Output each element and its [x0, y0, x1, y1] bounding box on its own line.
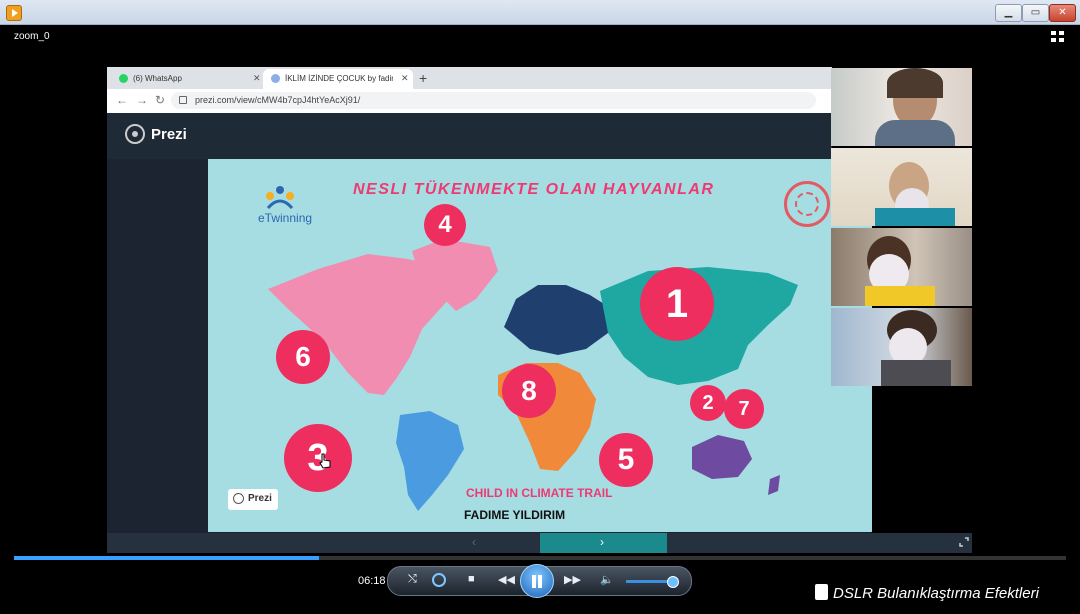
- volume-knob[interactable]: [666, 576, 679, 588]
- prezi-navigation-bar: ‹ ›: [107, 533, 972, 553]
- tab-whatsapp[interactable]: (6) WhatsApp ✕: [111, 69, 263, 89]
- minimize-button[interactable]: ▁: [995, 4, 1022, 22]
- shuffle-icon[interactable]: ⤭: [408, 573, 417, 586]
- hand-icon: [815, 584, 828, 600]
- map-australia: [692, 435, 752, 479]
- fullscreen-icon[interactable]: [959, 537, 969, 547]
- next-slide-button[interactable]: ›: [540, 533, 667, 553]
- participant-video-4[interactable]: [831, 308, 972, 386]
- reload-icon[interactable]: ↻: [155, 93, 165, 107]
- participant-shirt: [875, 208, 955, 226]
- map-marker-7[interactable]: 7: [724, 389, 764, 429]
- pause-button[interactable]: [520, 564, 554, 598]
- prezi-header: Prezi: [107, 113, 832, 159]
- participant-shirt: [875, 120, 955, 146]
- map-marker-2[interactable]: 2: [690, 385, 726, 421]
- tab-close-icon[interactable]: ✕: [401, 73, 409, 84]
- player-controls: ⤭ ■ ◀◀ ▶▶ 🔈: [387, 564, 692, 598]
- map-marker-4[interactable]: 4: [424, 204, 466, 246]
- volume-icon[interactable]: 🔈: [600, 573, 614, 586]
- tab-title: (6) WhatsApp: [133, 74, 182, 83]
- participant-video-1[interactable]: [831, 68, 972, 146]
- map-south-america: [396, 411, 464, 511]
- shared-browser-window: (6) WhatsApp ✕ İKLİM İZİNDE ÇOCUK by fad…: [107, 67, 832, 159]
- prezi-watermark-icon: [233, 493, 244, 504]
- participant-video-2[interactable]: [831, 148, 972, 226]
- back-arrow-icon[interactable]: ←: [116, 93, 128, 107]
- stop-icon[interactable]: ■: [468, 573, 475, 585]
- prezi-logo-icon: [125, 124, 145, 144]
- participant-hair: [887, 68, 943, 98]
- fast-forward-icon[interactable]: ▶▶: [564, 573, 581, 586]
- participant-shirt: [881, 360, 951, 386]
- url-text: prezi.com/view/cMW4b7cpJ4htYeAcXj91/: [195, 95, 361, 105]
- map-marker-1[interactable]: 1: [640, 267, 714, 341]
- prezi-watermark-text: Prezi: [248, 493, 272, 504]
- map-europe: [504, 285, 612, 355]
- participant-shirt: [865, 286, 935, 306]
- map-marker-6[interactable]: 6: [276, 330, 330, 384]
- lock-icon: [179, 96, 187, 104]
- map-marker-8[interactable]: 8: [502, 364, 556, 418]
- prezi-watermark[interactable]: Prezi: [228, 489, 278, 510]
- maximize-button[interactable]: ▭: [1022, 4, 1049, 22]
- rewind-icon[interactable]: ◀◀: [498, 573, 515, 586]
- address-bar[interactable]: prezi.com/view/cMW4b7cpJ4htYeAcXj91/: [171, 92, 816, 109]
- volume-slider[interactable]: [626, 576, 679, 588]
- browser-tab-strip: (6) WhatsApp ✕ İKLİM İZİNDE ÇOCUK by fad…: [107, 67, 832, 89]
- tab-close-icon[interactable]: ✕: [253, 73, 261, 84]
- effects-caption: DSLR Bulanıklaştırma Efektleri: [809, 578, 1077, 608]
- new-tab-icon[interactable]: +: [419, 70, 427, 86]
- participant-video-3[interactable]: [831, 228, 972, 306]
- presentation-slide: NESLI TÜKENMEKTE OLAN HAYVANLAR eTwinnin…: [208, 159, 872, 532]
- playback-time: 06:18: [358, 575, 386, 587]
- close-button[interactable]: ✕: [1049, 4, 1076, 22]
- seek-progress: [14, 556, 320, 560]
- previous-slide-icon[interactable]: ‹: [472, 535, 476, 549]
- next-slide-icon: ›: [600, 535, 604, 549]
- effects-caption-text: DSLR Bulanıklaştırma Efektleri: [833, 585, 1039, 602]
- repeat-icon[interactable]: [432, 573, 446, 587]
- forward-arrow-icon[interactable]: →: [136, 93, 148, 107]
- prezi-favicon-icon: [271, 74, 280, 83]
- slide-author: FADIME YILDIRIM: [464, 508, 566, 522]
- prezi-logo[interactable]: Prezi: [151, 126, 187, 143]
- whatsapp-icon: [119, 74, 128, 83]
- view-switch-icon[interactable]: [1050, 30, 1066, 44]
- media-player-icon: [6, 5, 22, 21]
- slide-subtitle: CHILD IN CLIMATE TRAIL: [466, 486, 613, 500]
- tab-prezi[interactable]: İKLİM İZİNDE ÇOCUK by fadime ✕: [263, 69, 413, 89]
- window-titlebar: ▁ ▭ ✕: [0, 0, 1080, 25]
- hand-cursor-icon: [319, 453, 331, 469]
- map-new-zealand: [768, 475, 780, 495]
- browser-toolbar: ← → ↻ prezi.com/view/cMW4b7cpJ4htYeAcXj9…: [107, 89, 832, 114]
- seek-bar[interactable]: [14, 556, 1066, 560]
- tab-title: İKLİM İZİNDE ÇOCUK by fadime: [285, 74, 393, 83]
- zoom-window-label: zoom_0: [14, 31, 50, 42]
- map-marker-5[interactable]: 5: [599, 433, 653, 487]
